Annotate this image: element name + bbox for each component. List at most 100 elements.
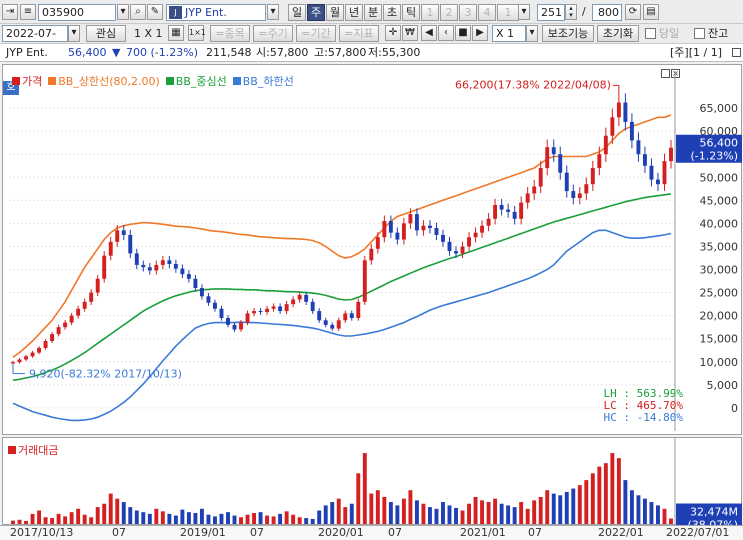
candle-body-77 bbox=[512, 211, 517, 219]
layout-1x1-icon[interactable]: 1×1 bbox=[188, 25, 206, 41]
vol-bar-63 bbox=[421, 503, 426, 524]
term-button[interactable]: =기간 bbox=[296, 25, 336, 42]
balance-checkbox[interactable] bbox=[694, 28, 705, 39]
vol-bar-62 bbox=[414, 500, 419, 524]
prev-icon[interactable]: ‹ bbox=[438, 25, 454, 41]
candle-body-23 bbox=[160, 260, 165, 265]
date-dropdown-icon[interactable]: ▾ bbox=[68, 25, 80, 42]
grid-icon[interactable]: ▦ bbox=[168, 25, 184, 41]
candle-body-65 bbox=[434, 228, 439, 235]
period-tab-0[interactable]: 일 bbox=[288, 4, 306, 21]
today-checkbox[interactable] bbox=[645, 28, 656, 39]
number-button-2[interactable]: 3 bbox=[459, 4, 477, 21]
candle-body-92 bbox=[610, 117, 615, 136]
stock-code-input[interactable]: 035900 bbox=[38, 4, 116, 21]
volume-chart[interactable]: 400,000M300,000M200,000M100,000M32,474M(… bbox=[3, 438, 743, 526]
candle-body-72 bbox=[480, 225, 485, 233]
maximize-icon[interactable] bbox=[732, 48, 741, 57]
page-indicator: [주][1 / 1] bbox=[670, 46, 722, 59]
zoom-icon[interactable]: ₩ bbox=[402, 25, 418, 41]
vol-bar-60 bbox=[401, 498, 406, 524]
vol-bar-67 bbox=[447, 505, 452, 524]
period-button[interactable]: =주기 bbox=[253, 25, 293, 42]
vol-bar-81 bbox=[538, 496, 543, 524]
assist-button[interactable]: 보조기능 bbox=[542, 25, 594, 42]
back-icon[interactable]: ◀ bbox=[421, 25, 437, 41]
vol-bar-53 bbox=[356, 473, 361, 524]
number-button-0[interactable]: 1 bbox=[421, 4, 439, 21]
candle-body-42 bbox=[284, 304, 289, 312]
vol-bar-73 bbox=[486, 502, 491, 524]
x-tick-6: 2021/01 bbox=[460, 526, 506, 539]
vol-bar-76 bbox=[506, 505, 511, 524]
vol-bar-46 bbox=[310, 518, 315, 524]
multiplier-input[interactable]: X 1 bbox=[492, 25, 526, 42]
tool-icon[interactable]: ✎ bbox=[147, 4, 163, 20]
vol-bar-96 bbox=[636, 495, 641, 524]
number-button-4[interactable]: 1 bbox=[497, 4, 519, 21]
vol-bar-32 bbox=[219, 513, 224, 524]
price-chart[interactable]: 65,00060,00055,00050,00045,00040,00035,0… bbox=[3, 65, 743, 436]
split-screen-icon[interactable]: ⇥ bbox=[2, 4, 18, 20]
candle-body-48 bbox=[323, 320, 328, 325]
vol-bar-86 bbox=[571, 488, 576, 524]
stop-icon[interactable]: ■ bbox=[455, 25, 471, 41]
crosshair-icon[interactable]: ✛ bbox=[385, 25, 401, 41]
vol-bar-101 bbox=[669, 518, 673, 524]
vol-bar-91 bbox=[603, 463, 608, 524]
vol-bar-11 bbox=[82, 514, 87, 524]
name-dropdown-icon[interactable]: ▾ bbox=[267, 4, 279, 20]
number-button-1[interactable]: 2 bbox=[440, 4, 458, 21]
candle-body-43 bbox=[291, 299, 296, 305]
next-icon[interactable]: ▶ bbox=[472, 25, 488, 41]
search-icon[interactable]: ⌕ bbox=[130, 4, 146, 20]
period-tab-5[interactable]: 초 bbox=[383, 4, 401, 21]
candle-body-50 bbox=[336, 320, 341, 329]
total-input[interactable]: 800 bbox=[592, 4, 622, 21]
vol-bar-48 bbox=[323, 505, 328, 524]
multiplier-dropdown-icon[interactable]: ▾ bbox=[526, 25, 538, 42]
candle-body-101 bbox=[669, 147, 673, 162]
num-dropdown-icon[interactable]: ▾ bbox=[518, 4, 530, 20]
save-icon[interactable]: ▤ bbox=[643, 4, 659, 20]
y-tick-10: 15,000 bbox=[700, 333, 739, 346]
vol-bar-35 bbox=[239, 517, 243, 524]
pin-icon[interactable]: ≡ bbox=[20, 4, 36, 20]
count-spin-icon[interactable]: ▴ ▾ bbox=[565, 4, 577, 20]
candle-body-100 bbox=[662, 161, 667, 185]
volume-legend-swatch bbox=[8, 446, 16, 454]
vol-bar-3 bbox=[30, 513, 35, 524]
period-tab-6[interactable]: 틱 bbox=[402, 4, 420, 21]
vol-bar-57 bbox=[382, 496, 387, 524]
period-tab-3[interactable]: 년 bbox=[345, 4, 363, 21]
vol-bar-25 bbox=[173, 515, 178, 524]
count-input[interactable]: 251 bbox=[537, 4, 565, 21]
candle-body-25 bbox=[173, 263, 178, 269]
candle-body-61 bbox=[408, 214, 413, 224]
x-tick-0: 2017/10/13 bbox=[10, 526, 74, 539]
legend-item-1: BB_상한선(80,2.00) bbox=[48, 75, 160, 88]
refresh-icon[interactable]: ⟳ bbox=[625, 4, 641, 20]
vol-bar-69 bbox=[460, 510, 465, 524]
period-tab-2[interactable]: 월 bbox=[326, 4, 344, 21]
candle-body-89 bbox=[590, 168, 595, 185]
code-dropdown-icon[interactable]: ▾ bbox=[117, 4, 129, 20]
date-input[interactable]: 2022-07-26 bbox=[2, 25, 68, 55]
stock-name-field[interactable]: J JYP Ent. bbox=[166, 4, 266, 21]
candle-body-98 bbox=[649, 165, 654, 180]
candle-body-26 bbox=[180, 268, 185, 275]
watch-button[interactable]: 관심 bbox=[86, 25, 126, 42]
number-button-3[interactable]: 4 bbox=[478, 4, 496, 21]
items-button[interactable]: =종목 bbox=[210, 25, 250, 42]
period-tab-4[interactable]: 분 bbox=[364, 4, 382, 21]
x-tick-4: 2020/01 bbox=[318, 526, 364, 539]
index-button[interactable]: =지표 bbox=[339, 25, 379, 42]
info-high: 고:57,800 bbox=[314, 46, 367, 59]
current-change-label: (-1.23%) bbox=[691, 150, 739, 163]
info-price: 56,400 bbox=[68, 46, 107, 59]
reset-button[interactable]: 초기화 bbox=[597, 25, 639, 42]
candle-body-45 bbox=[304, 294, 309, 302]
candle-body-27 bbox=[186, 274, 191, 279]
period-tab-1[interactable]: 주 bbox=[307, 4, 325, 21]
volume-legend: 거래대금 bbox=[8, 442, 58, 458]
